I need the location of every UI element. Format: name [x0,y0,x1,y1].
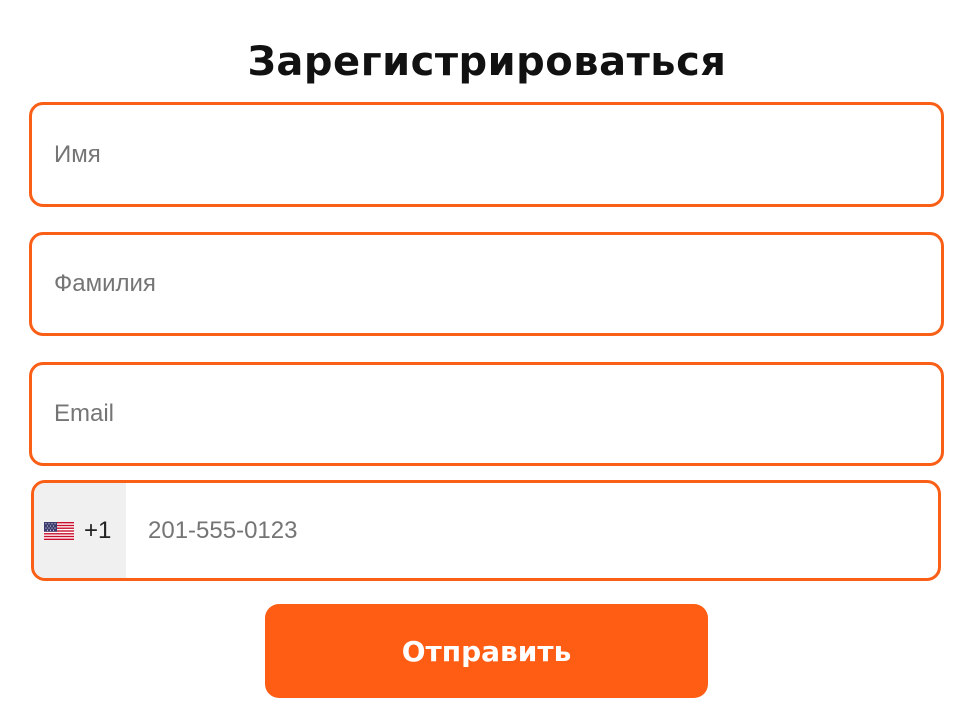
submit-button[interactable]: Отправить [265,604,708,698]
country-code-select[interactable]: +1 [34,483,126,578]
last-name-field-container [29,232,944,336]
first-name-input[interactable] [32,105,941,204]
phone-input[interactable] [126,483,938,578]
first-name-field-container [29,102,944,207]
page-title: Зарегистрироваться [247,38,727,85]
dial-code-label: +1 [84,516,112,544]
email-input[interactable] [32,365,941,463]
last-name-input[interactable] [32,235,941,333]
us-flag-icon [44,521,74,540]
phone-field-container: +1 [31,480,941,581]
email-field-container [29,362,944,466]
